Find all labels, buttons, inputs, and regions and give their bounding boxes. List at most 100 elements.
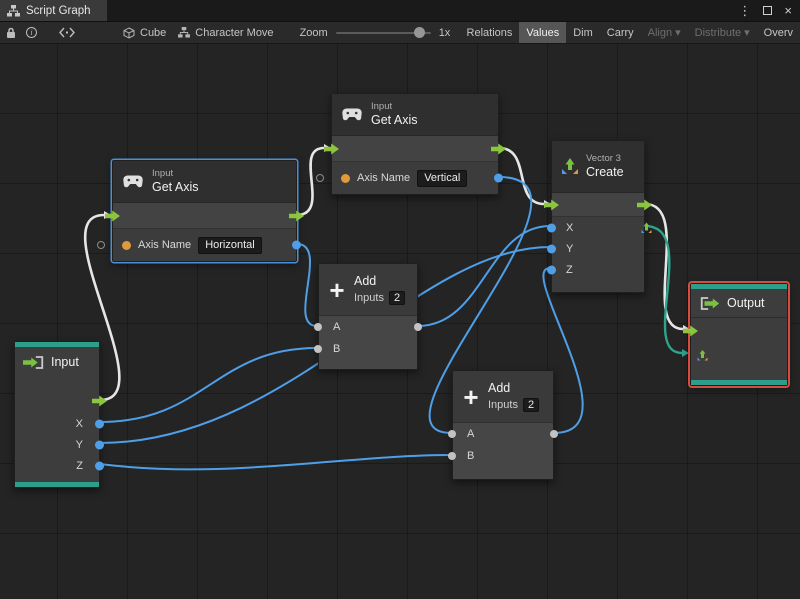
port-row-y: Y bbox=[15, 434, 104, 455]
node-get-axis-vertical[interactable]: Input Get Axis Axis Name Vertical bbox=[316, 93, 506, 195]
flow-ports-row bbox=[324, 136, 506, 162]
node-title: Output bbox=[727, 295, 765, 310]
zoom-label: Zoom bbox=[299, 26, 328, 39]
gamepad-icon bbox=[123, 175, 143, 188]
align-button[interactable]: Align ▾ bbox=[641, 22, 688, 43]
flow-input-port[interactable] bbox=[105, 210, 120, 221]
axis-name-row: Axis Name Horizontal bbox=[97, 229, 301, 261]
overview-button[interactable]: Overv bbox=[757, 22, 800, 43]
axis-name-field[interactable]: Vertical bbox=[417, 169, 468, 187]
port-row-z: Z bbox=[15, 455, 104, 476]
flow-input-port[interactable] bbox=[544, 199, 559, 210]
axis-name-label: Axis Name bbox=[357, 172, 411, 184]
flow-output-port[interactable] bbox=[637, 199, 652, 210]
relations-button[interactable]: Relations bbox=[460, 22, 520, 43]
node-body: A B bbox=[448, 423, 558, 479]
node-graph-input[interactable]: Input X Y Z bbox=[14, 341, 107, 488]
flow-output-port[interactable] bbox=[491, 143, 506, 154]
maximize-icon[interactable] bbox=[763, 6, 773, 15]
port-row-y: Y bbox=[547, 238, 644, 259]
inputs-label: Inputs bbox=[488, 399, 518, 411]
axis-name-field[interactable]: Horizontal bbox=[198, 236, 262, 254]
node-title: Get Axis bbox=[371, 113, 418, 127]
node-category: Input bbox=[152, 168, 174, 179]
inputs-count-field[interactable]: 2 bbox=[388, 291, 406, 305]
node-header: Input Get Axis bbox=[332, 94, 498, 136]
info-icon[interactable]: i bbox=[26, 27, 37, 38]
port-row-b: B bbox=[314, 338, 417, 360]
breadcrumb-character-move-label: Character Move bbox=[195, 26, 274, 39]
chevron-down-icon: ▾ bbox=[675, 27, 681, 39]
node-title: Add bbox=[488, 381, 511, 395]
port-b-label: B bbox=[467, 450, 475, 462]
node-category: Input bbox=[371, 101, 393, 112]
node-vector3-create[interactable]: Vector 3 Create X Y Z bbox=[544, 140, 652, 293]
port-z-input[interactable] bbox=[547, 265, 556, 274]
port-b-input[interactable] bbox=[314, 345, 322, 353]
values-button[interactable]: Values bbox=[519, 22, 567, 43]
lock-icon[interactable] bbox=[6, 22, 16, 43]
graph-input-icon bbox=[23, 355, 44, 369]
node-get-axis-horizontal[interactable]: Input Get Axis Axis Name Horizontal bbox=[97, 160, 304, 262]
port-row-z: Z bbox=[547, 259, 644, 280]
menu-icon[interactable]: ⋮ bbox=[738, 3, 751, 19]
breadcrumb-cube-label: Cube bbox=[140, 26, 167, 39]
flow-ports-row bbox=[683, 318, 787, 344]
carry-button[interactable]: Carry bbox=[600, 22, 641, 43]
node-header: Input Get Axis bbox=[113, 161, 296, 203]
code-brackets-icon[interactable] bbox=[59, 22, 75, 43]
axis-value-output-port[interactable] bbox=[292, 240, 301, 250]
port-b-input[interactable] bbox=[448, 452, 456, 460]
port-row-x: X bbox=[547, 217, 652, 238]
distribute-button[interactable]: Distribute ▾ bbox=[688, 22, 757, 43]
port-a-input[interactable] bbox=[314, 323, 322, 331]
node-title: Get Axis bbox=[152, 180, 199, 194]
flow-input-port[interactable] bbox=[324, 143, 339, 154]
vector-input-port[interactable] bbox=[697, 349, 708, 361]
port-x-input[interactable] bbox=[547, 223, 556, 232]
zoom-slider-handle[interactable] bbox=[414, 26, 426, 38]
port-a-input[interactable] bbox=[448, 430, 456, 438]
io-accent-strip bbox=[15, 482, 99, 487]
result-output-port[interactable] bbox=[550, 430, 558, 438]
flow-ports-row bbox=[105, 203, 304, 229]
node-graph-output[interactable]: Output bbox=[683, 283, 788, 386]
port-y-input[interactable] bbox=[547, 244, 556, 253]
node-header: + Add Inputs 2 bbox=[453, 371, 553, 423]
axis-name-row: Axis Name Vertical bbox=[316, 162, 503, 194]
result-output-port[interactable] bbox=[414, 323, 422, 331]
breadcrumb-cube[interactable]: Cube bbox=[123, 27, 166, 39]
node-header: Output bbox=[691, 289, 787, 317]
toolbar-toggle-group: Relations Values Dim Carry Align ▾ Distr… bbox=[460, 22, 800, 43]
breadcrumb-character-move[interactable]: Character Move bbox=[178, 26, 274, 39]
port-x-output[interactable] bbox=[95, 419, 104, 428]
window-tab-bar: Script Graph ⋮ × bbox=[0, 0, 800, 21]
close-icon[interactable]: × bbox=[784, 3, 792, 18]
port-row-a: A bbox=[448, 423, 558, 445]
node-category: Vector 3 bbox=[586, 153, 621, 164]
port-z-output[interactable] bbox=[95, 461, 104, 470]
port-x-label: X bbox=[566, 221, 574, 234]
graph-output-icon bbox=[700, 296, 720, 310]
node-header: + Add Inputs 2 bbox=[319, 264, 417, 316]
flow-input-port[interactable] bbox=[683, 325, 698, 337]
flow-output-port[interactable] bbox=[92, 395, 107, 407]
tab-script-graph[interactable]: Script Graph bbox=[0, 0, 107, 21]
axis-name-input-port[interactable] bbox=[341, 173, 350, 183]
node-add-top[interactable]: + Add Inputs 2 A B bbox=[314, 263, 422, 370]
node-add-bottom[interactable]: + Add Inputs 2 A B bbox=[448, 370, 558, 480]
flow-output-port[interactable] bbox=[289, 210, 304, 221]
axis-value-output-port[interactable] bbox=[494, 173, 503, 183]
vector-result-output-port[interactable] bbox=[641, 222, 652, 233]
port-y-output[interactable] bbox=[95, 440, 104, 449]
node-title: Add bbox=[354, 274, 377, 288]
port-z-label: Z bbox=[566, 263, 573, 276]
inputs-count-field[interactable]: 2 bbox=[522, 398, 540, 412]
cube-icon bbox=[123, 26, 135, 39]
dim-button[interactable]: Dim bbox=[566, 22, 600, 43]
zoom-slider[interactable] bbox=[335, 26, 431, 38]
port-y-label: Y bbox=[566, 242, 574, 255]
node-header: Input bbox=[15, 347, 99, 377]
script-graph-icon bbox=[7, 4, 20, 16]
axis-name-input-port[interactable] bbox=[122, 240, 131, 250]
